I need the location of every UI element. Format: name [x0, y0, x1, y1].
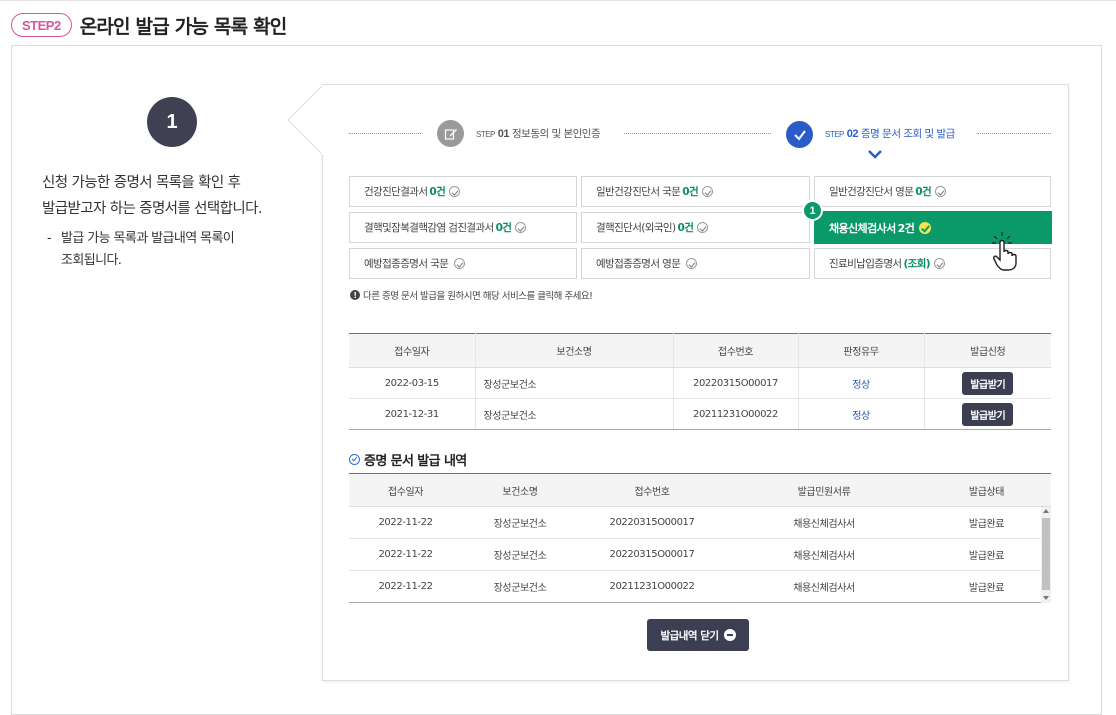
scroll-down-icon[interactable] [1043, 596, 1049, 600]
check-circle-icon [702, 186, 714, 197]
issue-button[interactable]: 발급받기 [962, 371, 1014, 395]
notice-text: ! 다른 증명 문서 발급을 원하시면 해당 서비스를 클릭해 주세요! [350, 288, 593, 302]
hand-pointer-icon [992, 232, 1017, 271]
progress-line-1 [349, 133, 421, 134]
minus-circle-icon [723, 629, 736, 641]
result-link[interactable]: 정상 [852, 411, 870, 422]
panel-pointer-arrow [287, 84, 324, 156]
cert-general-kor[interactable]: 일반건강진단서 국문 0건 [581, 176, 810, 207]
col-header: 발급상태 [922, 473, 1051, 507]
step-header: STEP2 온라인 발급 가능 목록 확인 [11, 11, 288, 39]
note-line-1: 발급 가능 목록과 발급내역 목록이 [61, 231, 235, 246]
close-history-button[interactable]: 발급내역 닫기 [647, 619, 749, 651]
note-dash: - [47, 231, 52, 246]
step-pill: STEP2 [11, 13, 72, 37]
info-icon: ! [350, 290, 360, 300]
cert-general-eng[interactable]: 일반건강진단서 영문 0건 [814, 176, 1051, 207]
check-circle-icon [349, 454, 360, 465]
step-01-label: STEP 01 정보동의 및 본인인증 [476, 128, 601, 140]
table-row: 2022-03-15 장성군보건소 20220315O00017 정상 발급받기 [349, 367, 1051, 399]
table-row: 2021-12-31 장성군보건소 20211231O00022 정상 발급받기 [349, 398, 1051, 430]
instruction-note: - 발급 가능 목록과 발급내역 목록이 조회됩니다. [47, 228, 287, 272]
check-circle-icon [686, 258, 698, 269]
col-header: 보건소명 [462, 473, 578, 507]
check-circle-icon [515, 222, 527, 233]
step-02-label: STEP 02 증명 문서 조회 및 발급 [825, 128, 955, 140]
instruction-text: 신청 가능한 증명서 목록을 확인 후 발급받고자 하는 증명서를 선택합니다. [42, 170, 312, 222]
col-header: 판정유무 [797, 333, 924, 368]
issue-table: 접수일자 보건소명 접수번호 판정유무 발급신청 2022-03-15 장성군보… [349, 333, 1051, 430]
check-circle-icon [934, 258, 946, 269]
table-row: 2022-11-22 장성군보건소 20220315O00017 채용신체검사서… [349, 506, 1051, 539]
step-number-badge: 1 [147, 97, 197, 147]
table-row: 2022-11-22 장성군보건소 20220315O00017 채용신체검사서… [349, 538, 1051, 571]
cert-tuberculosis[interactable]: 결핵및잠복결핵감염 검진결과서 0건 [349, 212, 577, 243]
page-title: 온라인 발급 가능 목록 확인 [79, 15, 288, 38]
progress-line-3 [977, 133, 1051, 134]
cert-health-result[interactable]: 건강진단결과서 0건 [349, 176, 577, 207]
col-header: 접수일자 [349, 473, 462, 507]
top-divider [0, 0, 1116, 1]
check-circle-icon [935, 186, 947, 197]
issue-button[interactable]: 발급받기 [962, 402, 1014, 426]
table-row: 2022-11-22 장성군보건소 20211231O00022 채용신체검사서… [349, 570, 1051, 603]
check-icon [786, 121, 813, 148]
col-header: 접수번호 [578, 473, 726, 507]
chevron-down-icon [868, 150, 882, 159]
cert-tuberculosis-foreign[interactable]: 결핵진단서(외국인) 0건 [581, 212, 810, 243]
instruction-line-1: 신청 가능한 증명서 목록을 확인 후 [42, 175, 241, 191]
instruction-line-2: 발급받고자 하는 증명서를 선택합니다. [42, 201, 262, 217]
scroll-up-icon[interactable] [1043, 509, 1049, 513]
check-circle-icon [919, 221, 932, 234]
history-section-title: 증명 문서 발급 내역 [349, 450, 467, 469]
col-header: 발급민원서류 [726, 473, 922, 507]
note-line-2: 조회됩니다. [61, 253, 122, 268]
progress-line-2 [624, 133, 771, 134]
col-header: 발급신청 [923, 333, 1051, 368]
col-header: 접수일자 [349, 333, 475, 368]
check-circle-icon [449, 186, 461, 197]
col-header: 보건소명 [474, 333, 673, 368]
check-circle-icon [454, 258, 466, 269]
check-circle-icon [697, 222, 709, 233]
result-link[interactable]: 정상 [852, 380, 870, 391]
col-header: 접수번호 [672, 333, 798, 368]
history-table: 접수일자 보건소명 접수번호 발급민원서류 발급상태 2022-11-22 장성… [349, 473, 1051, 603]
scrollbar-thumb[interactable] [1042, 518, 1050, 590]
edit-icon [437, 120, 464, 147]
cert-vaccination-kor[interactable]: 예방접종증명서 국문 [349, 248, 577, 279]
cert-vaccination-eng[interactable]: 예방접종증명서 영문 [581, 248, 810, 279]
callout-marker: 1 [802, 200, 823, 221]
